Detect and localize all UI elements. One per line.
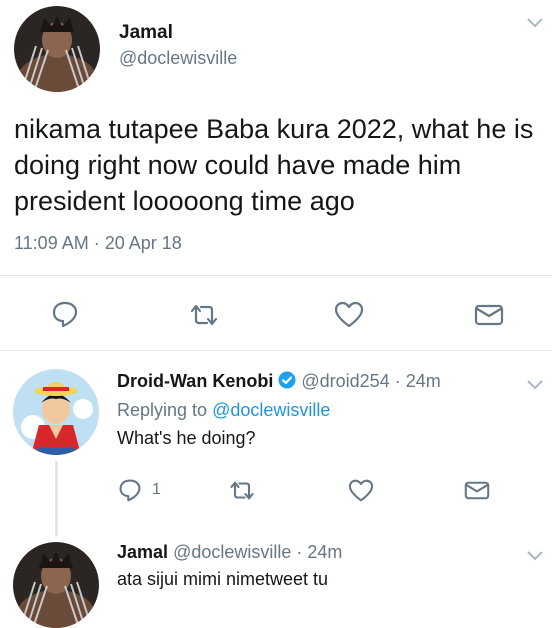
reply-text: ata sijui mimi nimetweet tu	[117, 569, 329, 589]
tweet-text: nikama tutapee Baba kura 2022, what he i…	[14, 114, 534, 216]
reply-author-name[interactable]: Jamal	[117, 542, 168, 562]
replying-to-label: Replying to	[117, 400, 208, 420]
retweet-button[interactable]	[228, 479, 256, 502]
dm-button[interactable]	[464, 481, 490, 500]
retweet-icon	[190, 304, 218, 326]
author-handle[interactable]: @doclewisville	[119, 48, 237, 69]
divider	[0, 275, 552, 276]
heart-icon	[348, 479, 374, 502]
reply-avatar[interactable]	[13, 542, 99, 628]
reply-header: Droid-Wan Kenobi @droid254 · 24m	[117, 371, 441, 394]
envelope-icon	[464, 481, 490, 500]
chevron-down-icon[interactable]	[526, 16, 544, 34]
author-name[interactable]: Jamal	[119, 22, 173, 44]
tweet-timestamp: 11:09 AM · 20 Apr 18	[14, 233, 182, 253]
reply-icon	[52, 301, 78, 328]
reply-avatar[interactable]	[13, 369, 99, 455]
reply-author-handle[interactable]: @doclewisville	[173, 542, 291, 562]
reply-icon	[119, 479, 141, 502]
reply-count: 1	[152, 481, 161, 498]
reply-time: · 24m	[296, 542, 343, 562]
reply-header: Jamal @doclewisville · 24m	[117, 542, 342, 563]
reply-button[interactable]	[51, 300, 79, 328]
reply-time: · 24m	[394, 371, 441, 391]
retweet-icon	[230, 481, 254, 500]
verified-badge-icon	[278, 371, 296, 394]
author-avatar[interactable]	[14, 6, 100, 92]
like-button[interactable]	[348, 479, 374, 502]
dm-button[interactable]	[474, 304, 504, 326]
envelope-icon	[474, 304, 504, 326]
replying-to: Replying to @doclewisville	[117, 400, 330, 421]
reply-text: What's he doing?	[117, 428, 256, 448]
reply-author-handle[interactable]: @droid254	[301, 371, 389, 391]
thread-line	[55, 461, 58, 536]
divider	[0, 350, 552, 351]
chevron-down-icon[interactable]	[526, 549, 544, 567]
heart-icon	[334, 301, 364, 328]
chevron-down-icon[interactable]	[526, 378, 544, 396]
reply-author-name[interactable]: Droid-Wan Kenobi	[117, 371, 273, 391]
replying-to-handle[interactable]: @doclewisville	[212, 400, 330, 420]
reply-button[interactable]: 1	[118, 478, 161, 502]
retweet-button[interactable]	[188, 302, 220, 328]
like-button[interactable]	[334, 301, 364, 328]
